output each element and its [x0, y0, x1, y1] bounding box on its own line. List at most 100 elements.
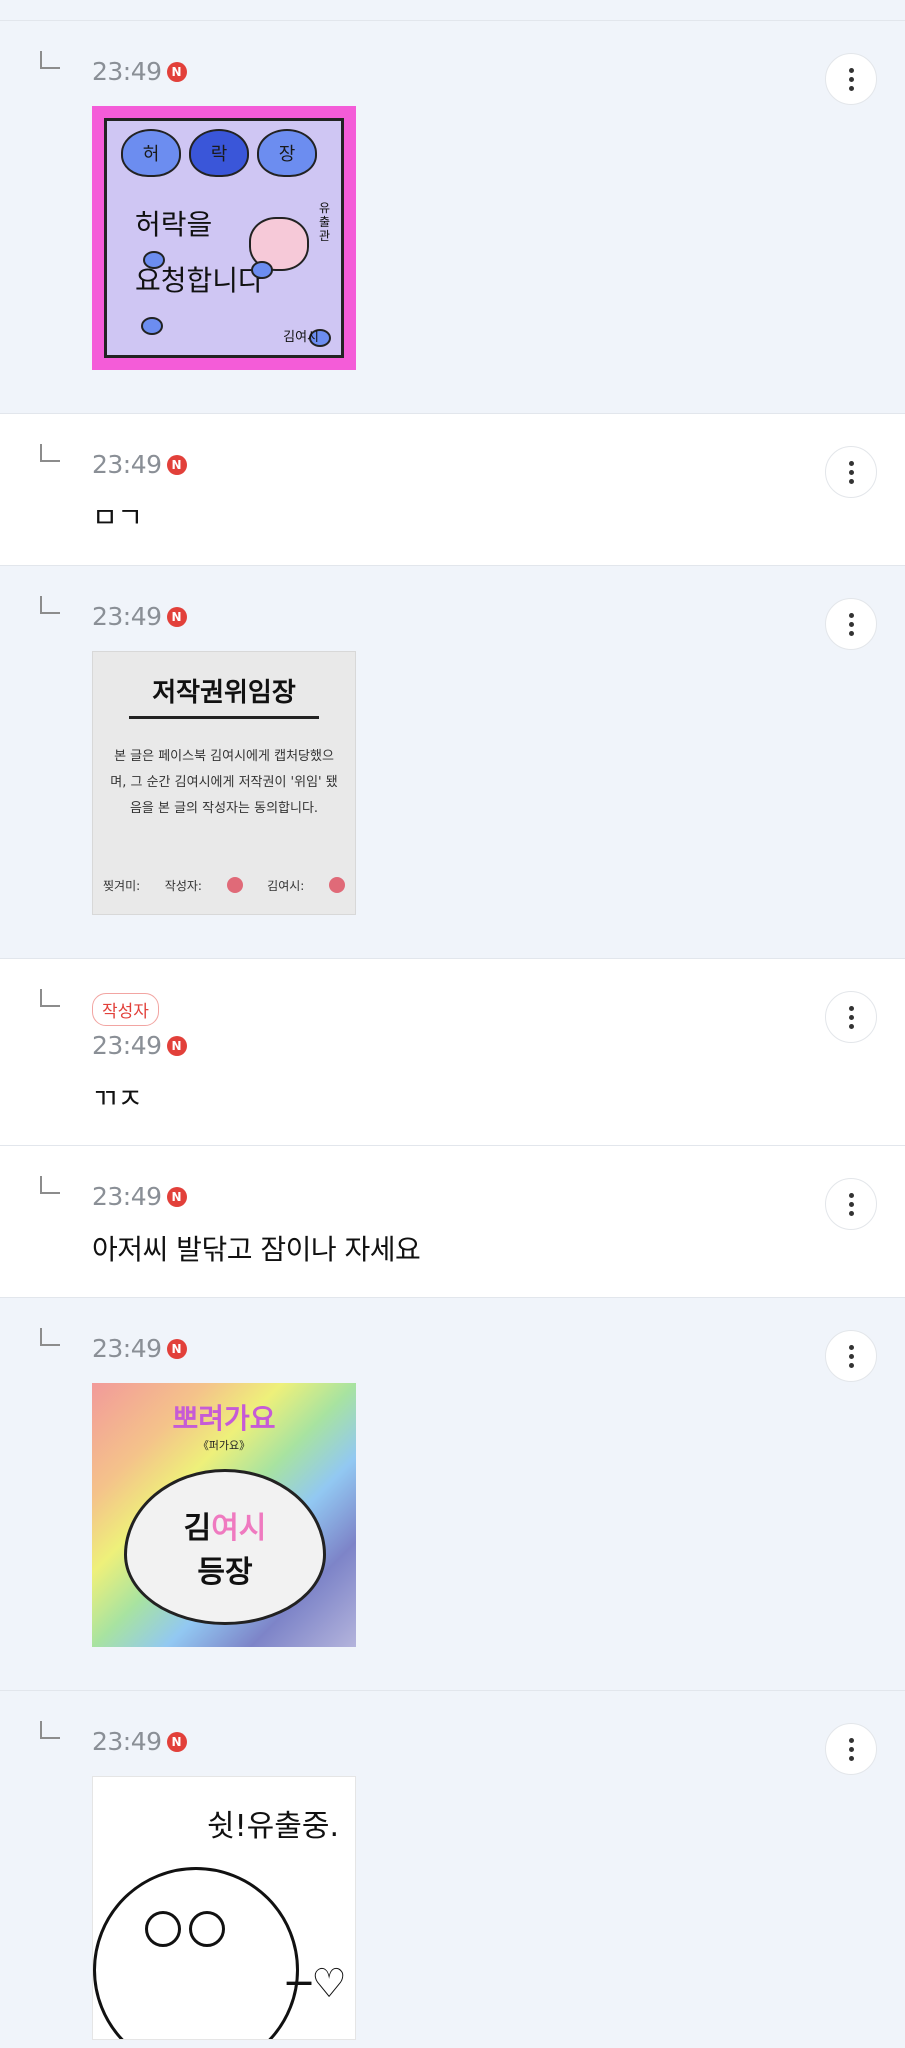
reply-item: 23:49 N 저작권위임장 본 글은 페이스북 김여시에게 캡처당했으며, 그…	[0, 565, 905, 958]
sticker-rainbow[interactable]: 뽀려가요 《퍼가요》 김여시 등장	[92, 1383, 356, 1647]
new-badge: N	[166, 1186, 187, 1207]
more-dot-icon	[848, 1362, 854, 1368]
reply-item: 작성자 23:49 N ㄲㅈ	[0, 958, 905, 1145]
more-dot-icon	[848, 630, 854, 636]
sticker-permission[interactable]: 허 락 장 허락을 요청합니다 유출관 김여시	[92, 106, 356, 370]
more-dot-icon	[848, 1023, 854, 1029]
name-part: 김	[183, 1511, 212, 1546]
more-dot-icon	[848, 460, 854, 466]
more-options-button[interactable]	[825, 1723, 877, 1775]
reply-meta: 23:49 N	[92, 1031, 187, 1060]
more-dot-icon	[848, 1344, 854, 1350]
reply-item: 23:49 N 아저씨 발닦고 잠이나 자세요	[0, 1145, 905, 1297]
reply-text: ㅁㄱ	[92, 501, 143, 534]
thumbprint-icon	[328, 877, 345, 893]
more-dot-icon	[848, 1746, 854, 1752]
sticker-banner: 뽀려가요	[172, 1402, 276, 1435]
new-badge: N	[166, 606, 187, 627]
sticker-body: 본 글은 페이스북 김여시에게 캡처당했으며, 그 순간 김여시에게 저작권이 …	[110, 749, 338, 816]
more-options-button[interactable]	[825, 446, 877, 498]
new-badge: N	[166, 1731, 187, 1752]
thumbprint-icon	[226, 877, 243, 893]
more-dot-icon	[848, 1014, 854, 1020]
reply-time: 23:49	[92, 1182, 162, 1211]
heart-icon	[143, 251, 165, 269]
more-dot-icon	[848, 67, 854, 73]
sticker-shh[interactable]: 쉿!유출중. ─♡	[92, 1776, 356, 2040]
reply-meta: 23:49 N	[92, 1727, 187, 1756]
more-dot-icon	[848, 1737, 854, 1743]
reply-meta: 23:49 N	[92, 602, 187, 631]
reply-arrow-icon	[40, 1176, 60, 1194]
more-dot-icon	[848, 621, 854, 627]
heart-line: 김여시	[184, 1503, 267, 1547]
sticker-footer: 찢겨미: 작성자: 김여시:	[103, 877, 345, 894]
more-options-button[interactable]	[825, 1330, 877, 1382]
more-dot-icon	[848, 85, 854, 91]
reply-time: 23:49	[92, 602, 162, 631]
footer-right: 김여시:	[267, 879, 305, 893]
reply-item: 23:49 N 쉿!유출중. ─♡	[0, 1690, 905, 2048]
more-dot-icon	[848, 1192, 854, 1198]
reply-time: 23:49	[92, 1727, 162, 1756]
more-dot-icon	[848, 1201, 854, 1207]
more-dot-icon	[848, 612, 854, 618]
sticker-subtitle: 《퍼가요》	[197, 1439, 251, 1452]
new-badge: N	[166, 1338, 187, 1359]
more-dot-icon	[848, 76, 854, 82]
reply-item: 23:49 N 허 락 장 허락을 요청합니다 유출관 김여시	[0, 20, 905, 413]
heart-icon: 김여시 등장	[124, 1469, 326, 1625]
heart-hand-icon: ─♡	[287, 1961, 347, 2007]
side-text: 유출관	[319, 201, 331, 243]
name-part: 여시	[211, 1511, 267, 1546]
reply-arrow-icon	[40, 596, 60, 614]
more-dot-icon	[848, 1353, 854, 1359]
reply-arrow-icon	[40, 444, 60, 462]
new-badge: N	[166, 454, 187, 475]
heart-icon: 락	[189, 129, 249, 177]
signature: 김여시	[283, 330, 319, 345]
heart-icon	[141, 317, 163, 335]
heart-icon: 장	[257, 129, 317, 177]
author-tag: 작성자	[92, 993, 159, 1026]
more-dot-icon	[848, 1755, 854, 1761]
more-options-button[interactable]	[825, 53, 877, 105]
reply-time: 23:49	[92, 57, 162, 86]
reply-time: 23:49	[92, 1334, 162, 1363]
reply-time: 23:49	[92, 1031, 162, 1060]
sticker-caption: 쉿!유출중.	[207, 1809, 339, 1844]
heart-icon	[251, 261, 273, 279]
reply-meta: 23:49 N	[92, 1334, 187, 1363]
sticker-line: 허락을	[135, 208, 213, 241]
heart-icon: 허	[121, 129, 181, 177]
heart-row: 허 락 장	[121, 129, 317, 177]
footer-left: 찢겨미:	[103, 879, 141, 893]
more-options-button[interactable]	[825, 598, 877, 650]
sticker-copyright[interactable]: 저작권위임장 본 글은 페이스북 김여시에게 캡처당했으며, 그 순간 김여시에…	[92, 651, 356, 915]
eye-icon	[145, 1911, 181, 1947]
footer-mid: 작성자:	[164, 879, 202, 893]
more-dot-icon	[848, 1005, 854, 1011]
reply-meta: 23:49 N	[92, 57, 187, 86]
eye-icon	[189, 1911, 225, 1947]
reply-arrow-icon	[40, 989, 60, 1007]
reply-arrow-icon	[40, 1721, 60, 1739]
more-options-button[interactable]	[825, 1178, 877, 1230]
reply-arrow-icon	[40, 1328, 60, 1346]
more-options-button[interactable]	[825, 991, 877, 1043]
sticker-title: 저작권위임장	[152, 678, 296, 708]
reply-text: ㄲㅈ	[92, 1082, 143, 1115]
reply-item: 23:49 N ㅁㄱ	[0, 413, 905, 565]
divider	[129, 716, 319, 719]
new-badge: N	[166, 1035, 187, 1056]
reply-item: 23:49 N 뽀려가요 《퍼가요》 김여시 등장	[0, 1297, 905, 1690]
more-dot-icon	[848, 478, 854, 484]
heart-line: 등장	[197, 1555, 253, 1590]
reply-text: 아저씨 발닦고 잠이나 자세요	[92, 1233, 421, 1266]
more-dot-icon	[848, 1210, 854, 1216]
reply-meta: 23:49 N	[92, 1182, 187, 1211]
reply-arrow-icon	[40, 51, 60, 69]
new-badge: N	[166, 61, 187, 82]
comment-thread: 23:49 N 허 락 장 허락을 요청합니다 유출관 김여시 23:49 N …	[0, 0, 905, 2048]
more-dot-icon	[848, 469, 854, 475]
